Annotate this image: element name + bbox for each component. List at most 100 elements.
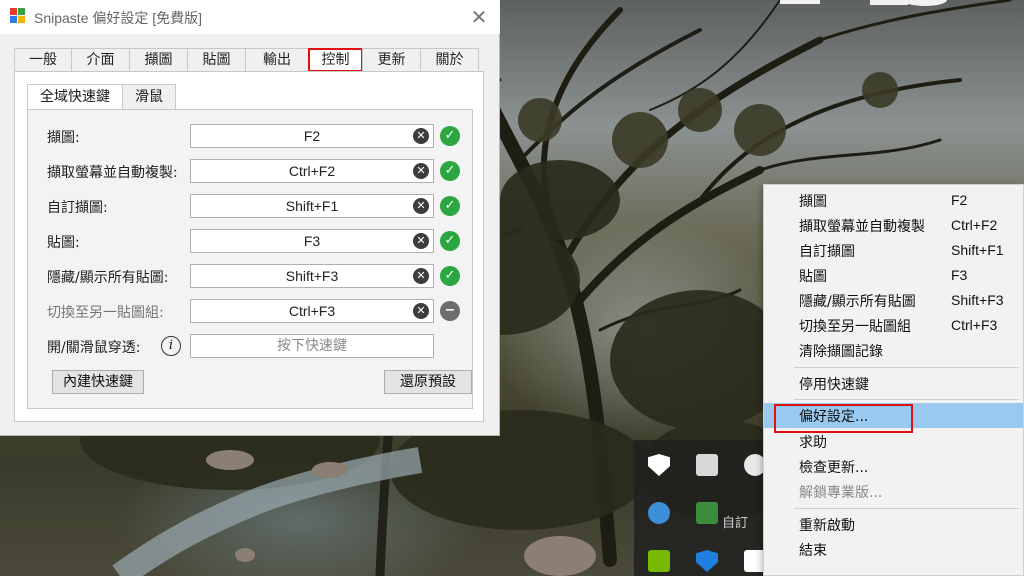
hotkey-field-mouse-passthrough[interactable]: 按下快速鍵 xyxy=(190,334,434,358)
clear-icon[interactable]: ✕ xyxy=(413,128,429,144)
tab-capture[interactable]: 擷圖 xyxy=(129,48,188,72)
menu-item-label: 自訂擷圖 xyxy=(799,244,855,260)
logo-square-yellow xyxy=(18,16,25,23)
snipaste-logo-icon xyxy=(10,8,26,24)
menu-item-label: 檢查更新... xyxy=(799,460,869,476)
hotkey-value: Shift+F1 xyxy=(285,198,339,214)
tab-general[interactable]: 一般 xyxy=(14,48,72,72)
tab-output[interactable]: 輸出 xyxy=(245,48,309,72)
window-title: Snipaste 偏好設定 [免費版] xyxy=(34,10,203,26)
menu-item-label: 解鎖專業版... xyxy=(799,485,883,501)
menu-separator xyxy=(794,367,1019,368)
control-tab-body: 全域快速鍵 滑鼠 擷圖: F2 ✕ ✓ 擷取螢幕並自動複製: Ctrl+F2 ✕… xyxy=(14,71,484,422)
hotkey-label: 隱藏/顯示所有貼圖: xyxy=(47,270,169,286)
disabled-icon: − xyxy=(440,301,460,321)
logo-square-green xyxy=(18,8,25,15)
hotkey-field-custom-capture[interactable]: Shift+F1 ✕ xyxy=(190,194,434,218)
menu-item-label: 停用快速鍵 xyxy=(799,377,869,393)
menu-item-capture[interactable]: 擷圖 F2 xyxy=(764,188,1023,213)
menu-item-label: 結束 xyxy=(799,543,827,559)
tab-interface[interactable]: 介面 xyxy=(71,48,130,72)
tray-label: 自訂 xyxy=(722,516,749,531)
subtab-mouse[interactable]: 滑鼠 xyxy=(122,84,176,110)
menu-item-exit[interactable]: 結束 xyxy=(764,537,1023,562)
menu-item-label: 擷取螢幕並自動複製 xyxy=(799,219,925,235)
snipaste-context-menu: 擷圖 F2 擷取螢幕並自動複製 Ctrl+F2 自訂擷圖 Shift+F1 貼圖… xyxy=(763,184,1024,576)
hotkey-row-capture: 擷圖: F2 ✕ ✓ xyxy=(28,124,474,150)
hotkeys-panel: 擷圖: F2 ✕ ✓ 擷取螢幕並自動複製: Ctrl+F2 ✕ ✓ 自訂擷圖: … xyxy=(27,109,473,409)
tray-overflow-panel: 自訂 xyxy=(634,440,774,576)
menu-item-switch-group[interactable]: 切換至另一貼圖組 Ctrl+F3 xyxy=(764,313,1023,338)
menu-item-shortcut: F2 xyxy=(951,192,968,208)
menu-item-shortcut: Ctrl+F3 xyxy=(951,317,998,333)
hotkey-field-paste[interactable]: F3 ✕ xyxy=(190,229,434,253)
hotkey-value: F2 xyxy=(303,128,321,144)
tab-control[interactable]: 控制 xyxy=(308,48,363,72)
menu-item-toggle-pastes[interactable]: 隱藏/顯示所有貼圖 Shift+F3 xyxy=(764,288,1023,313)
check-icon: ✓ xyxy=(440,196,460,216)
hotkey-label: 擷圖: xyxy=(47,130,80,146)
hotkey-label: 切換至另一貼圖組: xyxy=(47,305,164,321)
menu-item-shortcut: F3 xyxy=(951,267,968,283)
hotkey-field-capture-copy[interactable]: Ctrl+F2 ✕ xyxy=(190,159,434,183)
clear-icon[interactable]: ✕ xyxy=(413,268,429,284)
preferences-window: Snipaste 偏好設定 [免費版] ✕ 一般 介面 擷圖 貼圖 輸出 控制 … xyxy=(0,0,500,436)
close-icon[interactable]: ✕ xyxy=(466,4,492,30)
menu-item-restart[interactable]: 重新啟動 xyxy=(764,512,1023,537)
menu-item-label: 切換至另一貼圖組 xyxy=(799,319,911,335)
menu-item-label: 求助 xyxy=(799,435,827,451)
menu-item-shortcut: Ctrl+F2 xyxy=(951,217,998,233)
subtab-global-hotkeys[interactable]: 全域快速鍵 xyxy=(27,84,123,111)
tab-about[interactable]: 關於 xyxy=(420,48,479,72)
defender-shield-icon[interactable] xyxy=(648,454,670,476)
network-globe-icon[interactable] xyxy=(648,502,670,524)
clear-icon[interactable]: ✕ xyxy=(413,198,429,214)
hotkey-field-switch-group[interactable]: Ctrl+F3 ✕ xyxy=(190,299,434,323)
hotkey-label: 擷取螢幕並自動複製: xyxy=(47,165,178,181)
hotkey-label: 自訂擷圖: xyxy=(47,200,108,216)
restore-defaults-button[interactable]: 還原預設 xyxy=(384,370,472,394)
clear-icon[interactable]: ✕ xyxy=(413,233,429,249)
title-bar[interactable]: Snipaste 偏好設定 [免費版] ✕ xyxy=(0,0,500,34)
menu-separator xyxy=(794,399,1019,400)
hotkey-row-capture-copy: 擷取螢幕並自動複製: Ctrl+F2 ✕ ✓ xyxy=(28,159,474,185)
menu-item-label: 偏好設定... xyxy=(799,409,869,425)
security-shield-icon[interactable] xyxy=(696,550,718,572)
menu-item-shortcut: Shift+F3 xyxy=(951,292,1004,308)
menu-item-unlock-pro: 解鎖專業版... xyxy=(764,479,1023,504)
check-icon: ✓ xyxy=(440,161,460,181)
menu-item-clear-history[interactable]: 清除擷圖記錄 xyxy=(764,338,1023,363)
hotkey-row-custom-capture: 自訂擷圖: Shift+F1 ✕ ✓ xyxy=(28,194,474,220)
clear-icon[interactable]: ✕ xyxy=(413,303,429,319)
menu-item-capture-copy[interactable]: 擷取螢幕並自動複製 Ctrl+F2 xyxy=(764,213,1023,238)
info-icon[interactable]: i xyxy=(161,336,181,356)
menu-item-custom-capture[interactable]: 自訂擷圖 Shift+F1 xyxy=(764,238,1023,263)
builtin-hotkeys-button[interactable]: 內建快速鍵 xyxy=(52,370,144,394)
hotkey-field-toggle-pastes[interactable]: Shift+F3 ✕ xyxy=(190,264,434,288)
sync-check-icon[interactable] xyxy=(696,454,718,476)
wox-icon[interactable] xyxy=(696,502,718,524)
tab-update[interactable]: 更新 xyxy=(362,48,421,72)
hotkey-value: Ctrl+F2 xyxy=(288,163,336,179)
hotkey-field-capture[interactable]: F2 ✕ xyxy=(190,124,434,148)
hotkey-row-switch-group: 切換至另一貼圖組: Ctrl+F3 ✕ − xyxy=(28,299,474,325)
nvidia-icon[interactable] xyxy=(648,550,670,572)
menu-item-label: 清除擷圖記錄 xyxy=(799,344,883,360)
clear-icon[interactable]: ✕ xyxy=(413,163,429,179)
menu-item-preferences[interactable]: 偏好設定... xyxy=(764,403,1023,433)
menu-separator xyxy=(794,508,1019,509)
menu-item-disable-hotkeys[interactable]: 停用快速鍵 xyxy=(764,371,1023,396)
hotkey-row-paste: 貼圖: F3 ✕ ✓ xyxy=(28,229,474,255)
menu-item-label: 擷圖 xyxy=(799,194,827,210)
hotkey-label: 開/關滑鼠穿透: xyxy=(47,340,141,356)
hotkey-row-mouse-passthrough: 開/關滑鼠穿透: i 按下快速鍵 xyxy=(28,334,474,360)
tab-paste[interactable]: 貼圖 xyxy=(187,48,246,72)
menu-item-label: 重新啟動 xyxy=(799,518,855,534)
logo-square-red xyxy=(10,8,17,15)
settings-tabs: 一般 介面 擷圖 貼圖 輸出 控制 更新 關於 xyxy=(14,48,479,72)
hotkey-label: 貼圖: xyxy=(47,235,80,251)
hotkey-row-toggle-pastes: 隱藏/顯示所有貼圖: Shift+F3 ✕ ✓ xyxy=(28,264,474,290)
menu-item-paste[interactable]: 貼圖 F3 xyxy=(764,263,1023,288)
menu-item-check-update[interactable]: 檢查更新... xyxy=(764,454,1023,479)
menu-item-help[interactable]: 求助 xyxy=(764,429,1023,454)
